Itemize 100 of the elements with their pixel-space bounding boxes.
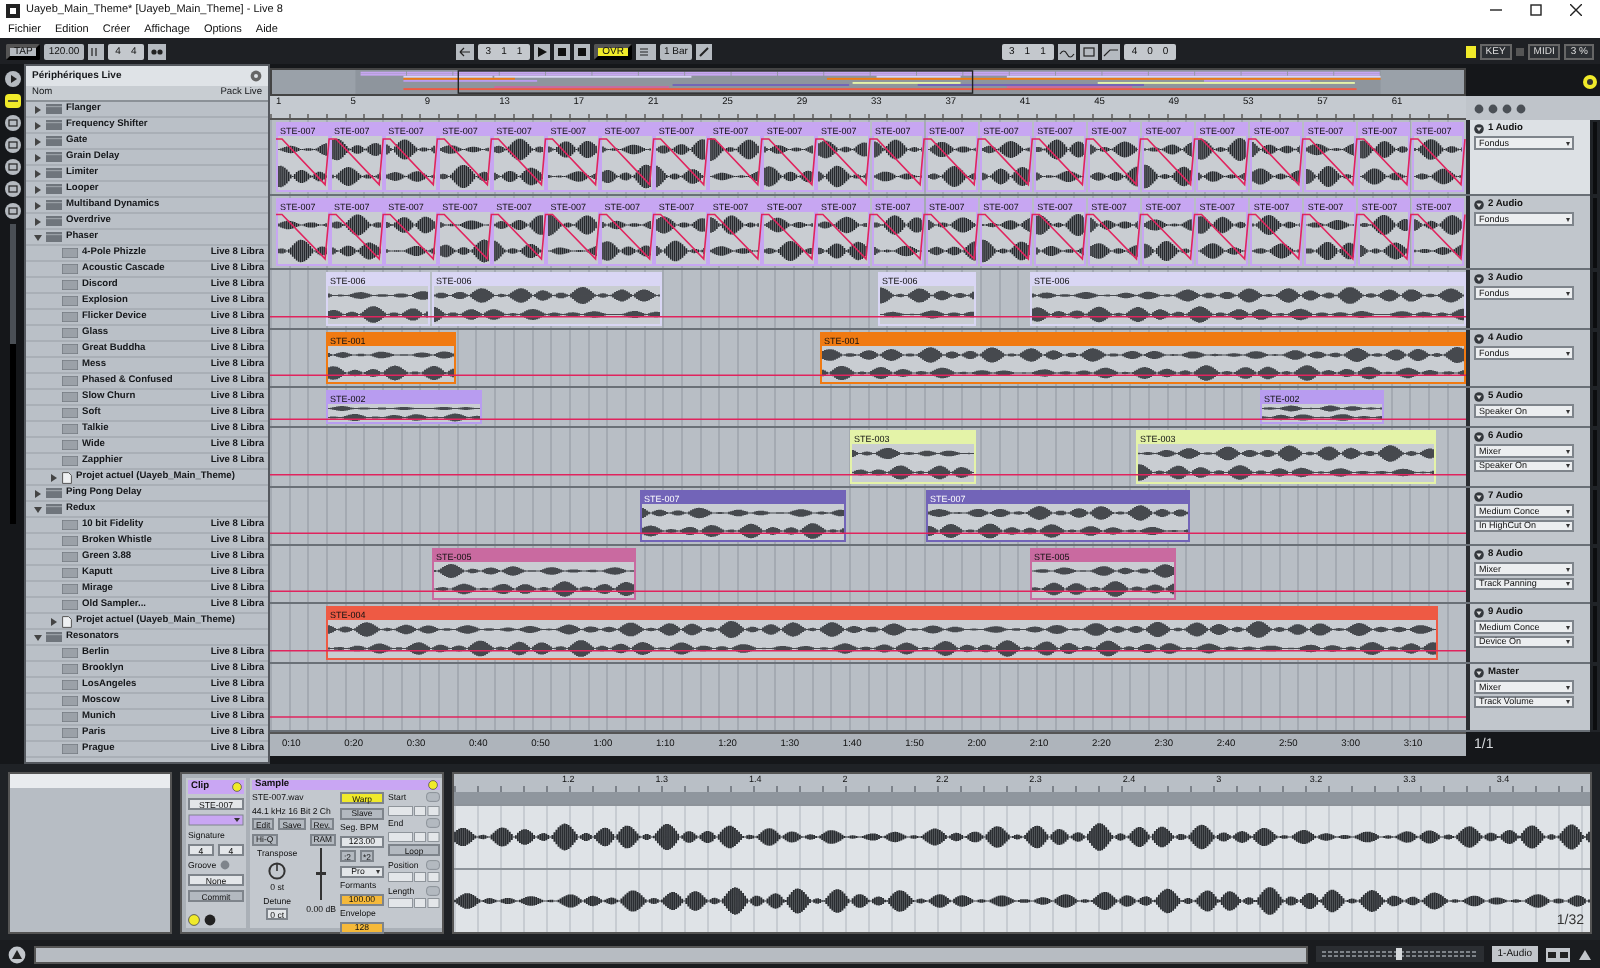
triangle-icon[interactable] xyxy=(34,233,42,241)
numeric-fields-icon[interactable] xyxy=(388,898,440,908)
close-icon[interactable] xyxy=(1570,4,1582,16)
waveform-drawing xyxy=(1262,404,1382,422)
waveform-drawing xyxy=(494,212,544,264)
triangle-icon[interactable] xyxy=(1578,947,1592,961)
folder-icon xyxy=(46,632,62,642)
triangle-icon[interactable] xyxy=(1474,273,1484,283)
triangle-icon[interactable] xyxy=(34,217,42,225)
folder-icon xyxy=(46,232,62,242)
triangle-icon[interactable] xyxy=(1474,431,1484,441)
waveform-drawing xyxy=(981,136,1031,190)
overview-drawing[interactable] xyxy=(270,68,1466,96)
slider-drawing[interactable] xyxy=(1315,946,1484,962)
triangle-icon[interactable] xyxy=(34,121,42,129)
small-circle-icon[interactable] xyxy=(1502,103,1512,113)
gear-icon[interactable] xyxy=(250,70,262,82)
folder-icon xyxy=(46,152,62,162)
triangle-icon[interactable] xyxy=(34,169,42,177)
circle-icon[interactable] xyxy=(204,914,216,926)
triangle-icon[interactable] xyxy=(34,185,42,193)
triangle-icon[interactable] xyxy=(1474,391,1484,401)
folder-icon xyxy=(46,120,62,130)
waveform-drawing xyxy=(1359,212,1409,264)
small-circle-icon[interactable] xyxy=(1488,103,1498,113)
waveform-drawing xyxy=(328,346,454,382)
circle-triangle-icon[interactable] xyxy=(8,945,26,963)
document-icon xyxy=(62,471,72,483)
small-circle-icon[interactable] xyxy=(1516,103,1526,113)
folder-icon xyxy=(46,104,62,114)
triangle-icon[interactable] xyxy=(50,617,58,625)
waveform-drawing xyxy=(818,136,868,190)
loop-curve-icon[interactable] xyxy=(1057,43,1076,59)
waveform-drawing xyxy=(1089,136,1139,190)
folder-icon xyxy=(46,184,62,194)
loop-box-icon[interactable] xyxy=(1079,43,1098,59)
meter-icon xyxy=(1546,947,1570,961)
waveform-drawing xyxy=(1143,136,1193,190)
waveform-drawing xyxy=(927,136,977,190)
gain-fader-icon[interactable] xyxy=(316,848,327,900)
play-icon[interactable] xyxy=(534,43,551,59)
circle-icon[interactable] xyxy=(1582,74,1598,90)
waveform-drawing xyxy=(927,212,977,264)
folder-icon xyxy=(46,216,62,226)
automation-line[interactable] xyxy=(275,138,1466,187)
waveform-drawing xyxy=(1197,212,1247,264)
waveform-drawing xyxy=(1251,136,1301,190)
numeric-fields-icon[interactable] xyxy=(388,831,440,841)
scroll-bar-icon[interactable] xyxy=(9,224,15,524)
triangle-icon[interactable] xyxy=(1474,491,1484,501)
numeric-fields-icon[interactable] xyxy=(388,872,440,882)
triangle-icon[interactable] xyxy=(34,633,42,641)
knob-icon[interactable] xyxy=(268,861,287,879)
waveform-drawing xyxy=(332,212,382,264)
triangle-icon[interactable] xyxy=(34,137,42,145)
triangle-icon[interactable] xyxy=(34,153,42,161)
indicator-icon xyxy=(1515,43,1524,59)
small-circle-icon[interactable] xyxy=(1474,103,1484,113)
waveform-drawing xyxy=(981,212,1031,264)
stop-icon[interactable] xyxy=(554,43,571,59)
triangle-icon[interactable] xyxy=(50,473,58,481)
waveform-drawing xyxy=(1359,136,1409,190)
maximize-icon[interactable] xyxy=(1530,4,1542,16)
automation-line[interactable] xyxy=(275,213,1466,261)
waveform-drawing xyxy=(656,212,706,264)
circle-play-icon[interactable] xyxy=(3,70,21,88)
metronome-icon[interactable] xyxy=(148,43,167,59)
triangle-icon[interactable] xyxy=(1474,199,1484,209)
list-icon[interactable] xyxy=(635,43,656,59)
triangle-icon[interactable] xyxy=(1474,549,1484,559)
triangle-icon[interactable] xyxy=(34,105,42,113)
folder-circle-icon[interactable] xyxy=(3,180,21,198)
clip-color-dropdown-icon[interactable] xyxy=(188,814,244,826)
waveform-drawing xyxy=(332,136,382,190)
triangle-icon[interactable] xyxy=(34,489,42,497)
triangle-icon[interactable] xyxy=(1474,667,1484,677)
indicator-icon xyxy=(1465,43,1476,59)
triangle-icon[interactable] xyxy=(1474,123,1484,133)
waveform-drawing xyxy=(1032,562,1174,598)
waveform-drawing xyxy=(1251,212,1301,264)
folder-circle-icon[interactable] xyxy=(3,158,21,176)
folder-icon xyxy=(46,488,62,498)
minimize-icon[interactable] xyxy=(1490,4,1502,16)
folder-circle-icon[interactable] xyxy=(3,114,21,132)
triangle-icon[interactable] xyxy=(34,505,42,513)
numeric-fields-icon[interactable] xyxy=(388,805,440,815)
folder-icon xyxy=(46,504,62,514)
triangle-icon[interactable] xyxy=(1474,333,1484,343)
waveform-drawing xyxy=(1413,136,1463,190)
triangle-icon[interactable] xyxy=(34,201,42,209)
waveform-drawing xyxy=(656,136,706,190)
follow-icon[interactable] xyxy=(455,43,474,59)
waveform-drawing xyxy=(852,444,974,482)
folder-circle-icon[interactable] xyxy=(3,202,21,220)
folder-circle-icon[interactable] xyxy=(3,136,21,154)
punch-icon[interactable] xyxy=(1101,43,1120,59)
device-icon[interactable] xyxy=(3,92,21,110)
triangle-icon[interactable] xyxy=(1474,607,1484,617)
pencil-icon[interactable] xyxy=(695,43,712,59)
document-icon xyxy=(62,615,72,627)
